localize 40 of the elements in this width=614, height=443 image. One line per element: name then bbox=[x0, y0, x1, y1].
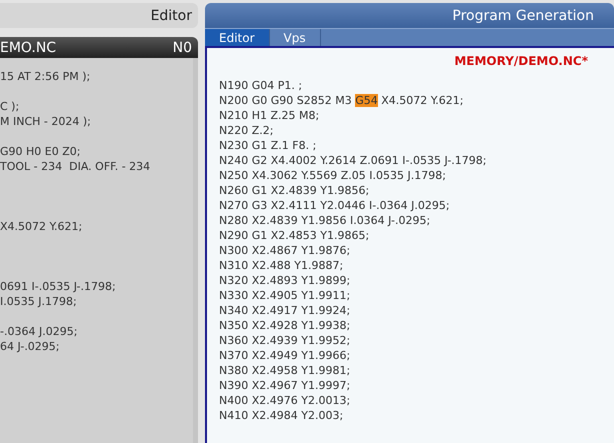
cursor-highlight: G54 bbox=[355, 94, 378, 107]
code-line: N370 X2.4949 Y1.9966; bbox=[219, 348, 352, 363]
code-line: N410 X2.4984 Y2.003; bbox=[219, 408, 344, 423]
code-line: G90 H0 E0 Z0; bbox=[0, 144, 82, 159]
code-line: N240 G2 X4.4002 Y.2614 Z.0691 I-.0535 J-.1798; bbox=[219, 153, 488, 168]
code-line: N390 X2.4967 Y1.9997; bbox=[219, 378, 352, 393]
window-title: Program Generation bbox=[205, 3, 614, 28]
code-line: N380 X2.4958 Y1.9981; bbox=[219, 363, 352, 378]
code-line: N400 X2.4976 Y2.0013; bbox=[219, 393, 352, 408]
code-line: N310 X2.488 Y1.9887; bbox=[219, 258, 344, 273]
code-line: TOOL - 234 DIA. OFF. - 234 bbox=[0, 159, 152, 174]
code-line: X4.5072 Y.621; bbox=[0, 219, 84, 234]
file-name: EMO.NC bbox=[0, 40, 56, 56]
code-line: -.0364 J.0295; bbox=[0, 324, 78, 339]
code-line: N190 G04 P1. ; bbox=[219, 78, 304, 93]
code-line: N330 X2.4905 Y1.9911; bbox=[219, 288, 352, 303]
code-line: N210 H1 Z.25 M8; bbox=[219, 108, 320, 123]
code-line: I.0535 J.1798; bbox=[0, 294, 78, 309]
code-line: N340 X2.4917 Y1.9924; bbox=[219, 303, 352, 318]
code-line: 64 J-.0295; bbox=[0, 339, 61, 354]
code-line: N250 X4.3062 Y.5569 Z.05 I.0535 J.1798; bbox=[219, 168, 447, 183]
code-line: N230 G1 Z.1 F8. ; bbox=[219, 138, 318, 153]
code-line: C ); bbox=[0, 99, 20, 114]
code-line: N270 G3 X2.4111 Y2.0446 I-.0364 J.0295; bbox=[219, 198, 451, 213]
code-line: 15 AT 2:56 PM ); bbox=[0, 69, 92, 84]
code-line: N200 G0 G90 S2852 M3 G54 X4.5072 Y.621; bbox=[219, 93, 464, 108]
code-line: 0691 I-.0535 J-.1798; bbox=[0, 279, 117, 294]
tab[interactable]: Editor bbox=[205, 29, 270, 46]
code-line: N280 X2.4839 Y1.9856 I.0364 J-.0295; bbox=[219, 213, 432, 228]
code-line: N260 G1 X2.4839 Y1.9856; bbox=[219, 183, 370, 198]
code-line: N350 X2.4928 Y1.9938; bbox=[219, 318, 352, 333]
line-number: N0 bbox=[172, 40, 192, 56]
code-line: N360 X2.4939 Y1.9952; bbox=[219, 333, 352, 348]
code-line: N320 X2.4893 Y1.9899; bbox=[219, 273, 352, 288]
code-line: M INCH - 2024 ); bbox=[0, 114, 92, 129]
code-line: N300 X2.4867 Y1.9876; bbox=[219, 243, 352, 258]
code-line: N220 Z.2; bbox=[219, 123, 274, 138]
file-path: MEMORY/DEMO.NC* bbox=[453, 53, 589, 70]
panel-header: Editor bbox=[0, 3, 198, 28]
code-line: N290 G1 X2.4853 Y1.9865; bbox=[219, 228, 370, 243]
